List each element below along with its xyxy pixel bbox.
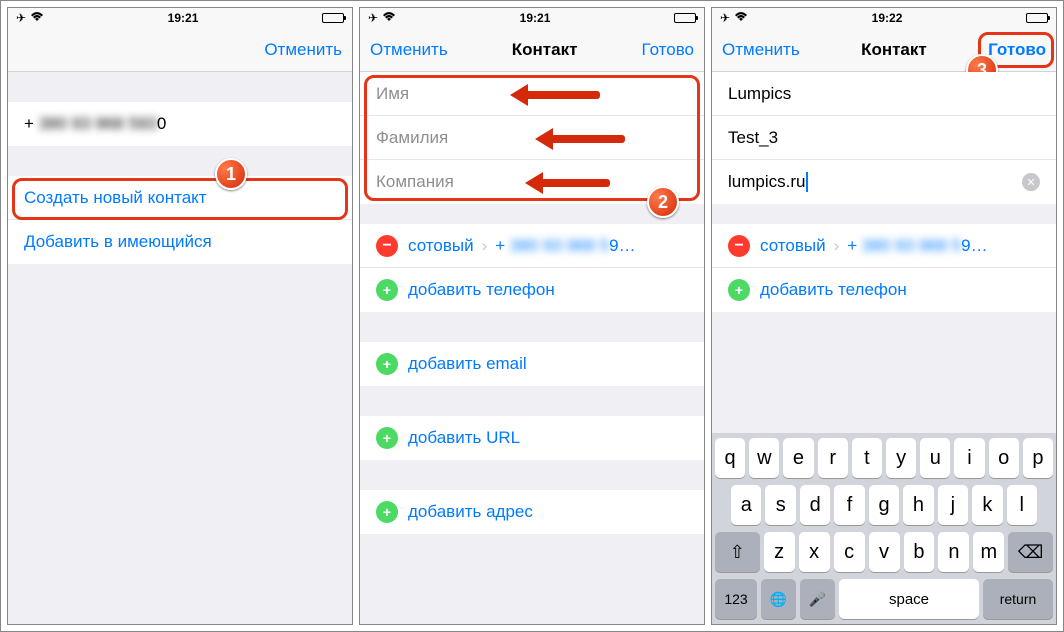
- blurred-number: 380 93 968 5: [862, 236, 961, 255]
- letter-key[interactable]: l: [1007, 485, 1037, 525]
- nav-bar: Отменить: [8, 28, 352, 72]
- status-time: 19:22: [872, 11, 903, 25]
- name-field[interactable]: Lumpics: [712, 72, 1056, 116]
- letter-key[interactable]: d: [800, 485, 830, 525]
- chevron-right-icon: ›: [482, 236, 488, 256]
- blurred-number: 380 93 968 593: [39, 114, 157, 133]
- add-phone-button[interactable]: + добавить телефон: [360, 268, 704, 312]
- cancel-button[interactable]: Отменить: [370, 40, 448, 60]
- phone-screenshot-2: ✈ 19:21 Отменить Контакт Готово Имя Фами…: [359, 7, 705, 625]
- step-badge-2: 2: [647, 186, 679, 218]
- status-time: 19:21: [168, 11, 199, 25]
- add-icon: +: [376, 427, 398, 449]
- add-icon: +: [376, 353, 398, 375]
- add-icon: +: [728, 279, 750, 301]
- letter-key[interactable]: u: [920, 438, 950, 478]
- letter-key[interactable]: c: [834, 532, 865, 572]
- airplane-icon: ✈: [16, 11, 26, 25]
- status-time: 19:21: [520, 11, 551, 25]
- battery-icon: [674, 13, 696, 23]
- surname-field[interactable]: Test_3: [712, 116, 1056, 160]
- letter-key[interactable]: g: [869, 485, 899, 525]
- surname-field[interactable]: Фамилия: [360, 116, 704, 160]
- step-badge-1: 1: [215, 158, 247, 190]
- phone-entry-row[interactable]: − сотовый › + 380 93 968 59…: [712, 224, 1056, 268]
- shift-key[interactable]: ⇧: [715, 532, 760, 572]
- nav-bar: Отменить Контакт Готово: [360, 28, 704, 72]
- done-button[interactable]: Готово: [988, 40, 1046, 60]
- letter-key[interactable]: x: [799, 532, 830, 572]
- letter-key[interactable]: f: [834, 485, 864, 525]
- space-key[interactable]: space: [839, 579, 979, 619]
- remove-icon[interactable]: −: [728, 235, 750, 257]
- done-button[interactable]: Готово: [642, 40, 695, 60]
- clear-icon[interactable]: ✕: [1022, 173, 1040, 191]
- blurred-number: 380 93 968 5: [510, 236, 609, 255]
- letter-key[interactable]: b: [904, 532, 935, 572]
- remove-icon[interactable]: −: [376, 235, 398, 257]
- add-icon: +: [376, 501, 398, 523]
- text-cursor: [806, 172, 808, 192]
- letter-key[interactable]: p: [1023, 438, 1053, 478]
- battery-icon: [1026, 13, 1048, 23]
- company-field[interactable]: lumpics.ru ✕: [712, 160, 1056, 204]
- letter-key[interactable]: a: [731, 485, 761, 525]
- status-bar: ✈ 19:21: [8, 8, 352, 28]
- keyboard[interactable]: qwertyuiop asdfghjkl ⇧ zxcvbnm ⌫ 123 🌐 🎤…: [712, 433, 1056, 624]
- battery-icon: [322, 13, 344, 23]
- letter-key[interactable]: s: [765, 485, 795, 525]
- add-to-existing-button[interactable]: Добавить в имеющийся: [8, 220, 352, 264]
- add-phone-button[interactable]: + добавить телефон: [712, 268, 1056, 312]
- backspace-key[interactable]: ⌫: [1008, 532, 1053, 572]
- phone-screenshot-3: ✈ 19:22 Отменить Контакт Готово 3 Lumpic…: [711, 7, 1057, 625]
- letter-key[interactable]: j: [938, 485, 968, 525]
- add-address-button[interactable]: + добавить адрес: [360, 490, 704, 534]
- nav-title: Контакт: [861, 40, 927, 60]
- cancel-button[interactable]: Отменить: [722, 40, 800, 60]
- letter-key[interactable]: h: [903, 485, 933, 525]
- return-key[interactable]: return: [983, 579, 1053, 619]
- letter-key[interactable]: e: [783, 438, 813, 478]
- add-url-button[interactable]: + добавить URL: [360, 416, 704, 460]
- phone-screenshot-1: ✈ 19:21 Отменить + 380 93 968 5930 Созда…: [7, 7, 353, 625]
- letter-key[interactable]: t: [852, 438, 882, 478]
- create-contact-button[interactable]: Создать новый контакт: [8, 176, 352, 220]
- globe-key[interactable]: 🌐: [761, 579, 796, 619]
- letter-key[interactable]: q: [715, 438, 745, 478]
- airplane-icon: ✈: [720, 11, 730, 25]
- name-field[interactable]: Имя: [360, 72, 704, 116]
- numeric-key[interactable]: 123: [715, 579, 757, 619]
- status-bar: ✈ 19:21: [360, 8, 704, 28]
- mic-key[interactable]: 🎤: [800, 579, 835, 619]
- letter-key[interactable]: v: [869, 532, 900, 572]
- phone-number-row: + 380 93 968 5930: [8, 102, 352, 146]
- letter-key[interactable]: k: [972, 485, 1002, 525]
- add-icon: +: [376, 279, 398, 301]
- letter-key[interactable]: o: [989, 438, 1019, 478]
- nav-bar: Отменить Контакт Готово 3: [712, 28, 1056, 72]
- wifi-icon: [382, 11, 396, 25]
- status-bar: ✈ 19:22: [712, 8, 1056, 28]
- add-email-button[interactable]: + добавить email: [360, 342, 704, 386]
- airplane-icon: ✈: [368, 11, 378, 25]
- letter-key[interactable]: n: [938, 532, 969, 572]
- cancel-button[interactable]: Отменить: [264, 40, 342, 60]
- wifi-icon: [30, 11, 44, 25]
- wifi-icon: [734, 11, 748, 25]
- letter-key[interactable]: y: [886, 438, 916, 478]
- nav-title: Контакт: [512, 40, 578, 60]
- tutorial-composite: ✈ 19:21 Отменить + 380 93 968 5930 Созда…: [0, 0, 1064, 632]
- letter-key[interactable]: r: [818, 438, 848, 478]
- letter-key[interactable]: i: [954, 438, 984, 478]
- phone-entry-row[interactable]: − сотовый › + 380 93 968 59…: [360, 224, 704, 268]
- letter-key[interactable]: w: [749, 438, 779, 478]
- chevron-right-icon: ›: [834, 236, 840, 256]
- letter-key[interactable]: z: [764, 532, 795, 572]
- letter-key[interactable]: m: [973, 532, 1004, 572]
